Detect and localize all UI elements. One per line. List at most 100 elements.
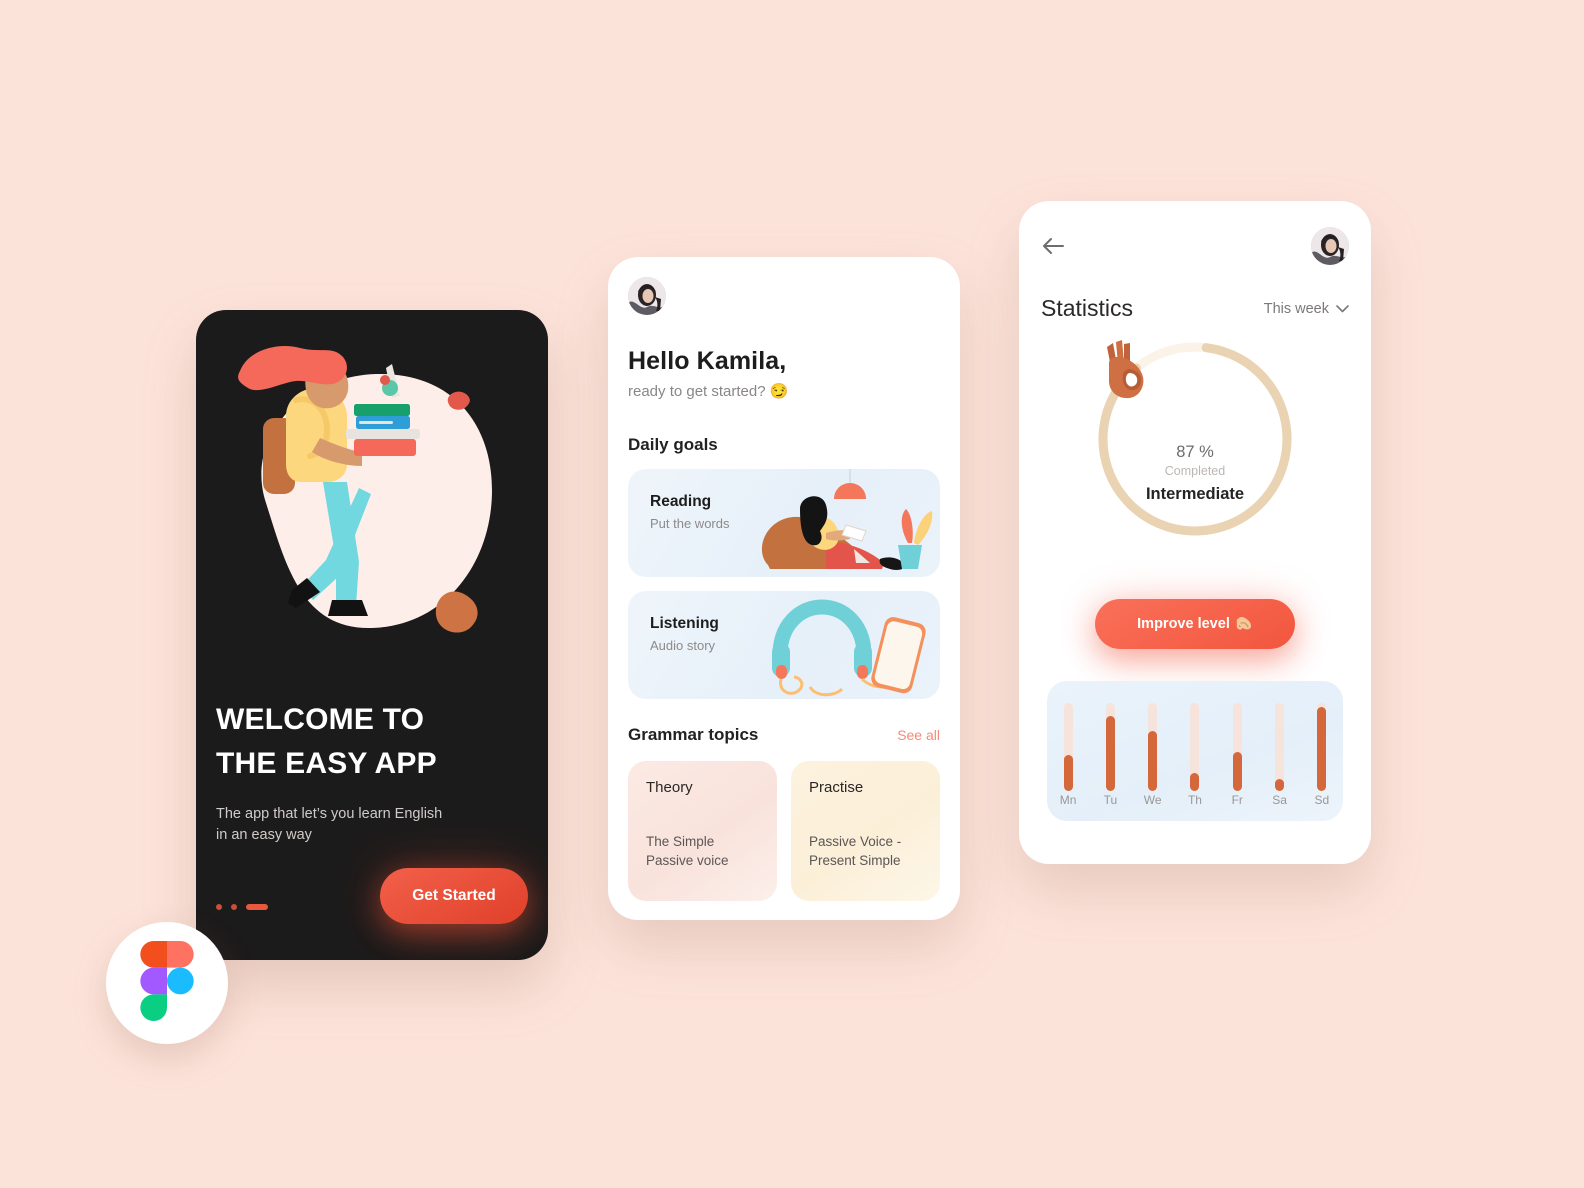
bar-column	[1216, 703, 1258, 791]
onboarding-copy: WELCOME TO THE EASY APP The app that let…	[216, 698, 536, 846]
bar-track-sd[interactable]	[1317, 703, 1326, 791]
chart-label-fr: Fr	[1216, 793, 1258, 807]
grammar-topic-list: Theory The Simple Passive voice Practise…	[628, 761, 940, 901]
bar-track-fr[interactable]	[1233, 703, 1242, 791]
onboarding-subtitle-line2: in an easy way	[216, 827, 312, 843]
goal-card-reading-title: Reading	[650, 493, 730, 511]
onboarding-subtitle: The app that let’s you learn English in …	[216, 804, 536, 846]
grammar-card-practise-line1: Passive Voice -	[809, 834, 901, 849]
bar-fill-tu	[1106, 716, 1115, 791]
chart-label-tu: Tu	[1089, 793, 1131, 807]
ok-hand-icon	[1165, 375, 1225, 437]
flexed-biceps-icon	[1236, 614, 1253, 635]
pagination-dot-1[interactable]	[216, 904, 222, 910]
chart-bars	[1047, 703, 1343, 791]
weekly-activity-chart: Mn Tu We Th Fr Sa Sd	[1047, 681, 1343, 821]
bar-track-sa[interactable]	[1275, 703, 1284, 791]
bar-column	[1132, 703, 1174, 791]
statistics-navbar	[1041, 227, 1349, 267]
grammar-topics-title: Grammar topics	[628, 725, 758, 745]
grammar-topics-section: Grammar topics See all Theory The Simple…	[628, 725, 940, 901]
chart-label-th: Th	[1174, 793, 1216, 807]
grammar-card-theory-line2: Passive voice	[646, 853, 729, 868]
goal-card-listening-title: Listening	[650, 615, 719, 633]
bar-fill-th	[1190, 773, 1199, 791]
greeting-subtitle: ready to get started? 😏	[628, 382, 940, 400]
progress-completed-label: Completed	[1165, 464, 1225, 478]
goal-card-reading-text: Reading Put the words	[650, 493, 730, 531]
goal-card-reading[interactable]: Reading Put the words	[628, 469, 940, 577]
chart-label-we: We	[1132, 793, 1174, 807]
statistics-header: Statistics This week	[1041, 295, 1349, 322]
bar-fill-sa	[1275, 779, 1284, 791]
onboarding-title-line1: WELCOME TO	[216, 703, 424, 736]
improve-level-label: Improve level	[1137, 616, 1230, 632]
goal-card-listening-text: Listening Audio story	[650, 615, 719, 653]
phone-home-screen: Hello Kamila, ready to get started? 😏 Da…	[608, 257, 960, 920]
greeting-block: Hello Kamila, ready to get started? 😏	[628, 347, 940, 400]
improve-level-button[interactable]: Improve level	[1095, 599, 1295, 649]
bar-fill-we	[1148, 731, 1157, 791]
onboarding-illustration	[196, 338, 548, 668]
progress-percent: 87 %	[1176, 443, 1214, 462]
grammar-card-theory-body: The Simple Passive voice	[646, 832, 729, 870]
grammar-card-theory-line1: The Simple	[646, 834, 714, 849]
bar-fill-sd	[1317, 707, 1326, 791]
bar-column	[1047, 703, 1089, 791]
daily-goals-title: Daily goals	[628, 435, 940, 455]
grammar-card-practise-body: Passive Voice - Present Simple	[809, 832, 901, 870]
grammar-card-theory-kind: Theory	[646, 779, 761, 796]
progress-ring: 87 % Completed Intermediate	[1095, 339, 1295, 539]
pagination-dot-3-active[interactable]	[246, 904, 268, 910]
period-selector[interactable]: This week	[1264, 301, 1349, 317]
goal-card-listening[interactable]: Listening Audio story	[628, 591, 940, 699]
goal-card-listening-subtitle: Audio story	[650, 638, 719, 653]
chart-label-mn: Mn	[1047, 793, 1089, 807]
see-all-link[interactable]: See all	[897, 727, 940, 743]
bar-column	[1301, 703, 1343, 791]
progress-level: Intermediate	[1146, 485, 1244, 504]
grammar-card-practise-kind: Practise	[809, 779, 924, 796]
greeting-title: Hello Kamila,	[628, 347, 940, 376]
grammar-topics-header: Grammar topics See all	[628, 725, 940, 745]
bar-track-tu[interactable]	[1106, 703, 1115, 791]
get-started-button[interactable]: Get Started	[380, 868, 528, 924]
chart-label-sd: Sd	[1301, 793, 1343, 807]
figma-logo-badge	[106, 922, 228, 1044]
pagination-dots[interactable]	[216, 904, 268, 910]
progress-ring-content: 87 % Completed Intermediate	[1095, 339, 1295, 539]
figma-logo-icon	[140, 941, 194, 1026]
home-header	[628, 277, 666, 315]
grammar-card-practise[interactable]: Practise Passive Voice - Present Simple	[791, 761, 940, 901]
reading-illustration	[750, 469, 940, 577]
onboarding-footer: Get Started	[216, 868, 528, 924]
bar-fill-fr	[1233, 752, 1242, 791]
daily-goals-section: Daily goals Reading Put the words	[628, 435, 940, 699]
grammar-card-practise-line2: Present Simple	[809, 853, 901, 868]
bar-column	[1174, 703, 1216, 791]
onboarding-title-line2: THE EASY APP	[216, 747, 437, 780]
page-title: Statistics	[1041, 295, 1133, 322]
design-canvas: WELCOME TO THE EASY APP The app that let…	[0, 0, 1584, 1188]
grammar-card-theory[interactable]: Theory The Simple Passive voice	[628, 761, 777, 901]
bar-column	[1089, 703, 1131, 791]
phone-statistics-screen: Statistics This week	[1019, 201, 1371, 864]
chart-label-sa: Sa	[1258, 793, 1300, 807]
pagination-dot-2[interactable]	[231, 904, 237, 910]
bar-track-we[interactable]	[1148, 703, 1157, 791]
arrow-left-icon[interactable]	[1041, 233, 1071, 259]
phone-onboarding-screen: WELCOME TO THE EASY APP The app that let…	[196, 310, 548, 960]
goal-card-reading-subtitle: Put the words	[650, 516, 730, 531]
onboarding-subtitle-line1: The app that let’s you learn English	[216, 806, 442, 822]
chevron-down-icon	[1336, 301, 1349, 317]
chart-x-axis-labels: Mn Tu We Th Fr Sa Sd	[1047, 793, 1343, 807]
bar-track-th[interactable]	[1190, 703, 1199, 791]
avatar[interactable]	[1311, 227, 1349, 265]
bar-column	[1258, 703, 1300, 791]
onboarding-title: WELCOME TO THE EASY APP	[216, 698, 536, 786]
listening-illustration	[750, 591, 940, 699]
bar-track-mn[interactable]	[1064, 703, 1073, 791]
bar-fill-mn	[1064, 755, 1073, 791]
period-selector-label: This week	[1264, 301, 1329, 317]
avatar[interactable]	[628, 277, 666, 315]
